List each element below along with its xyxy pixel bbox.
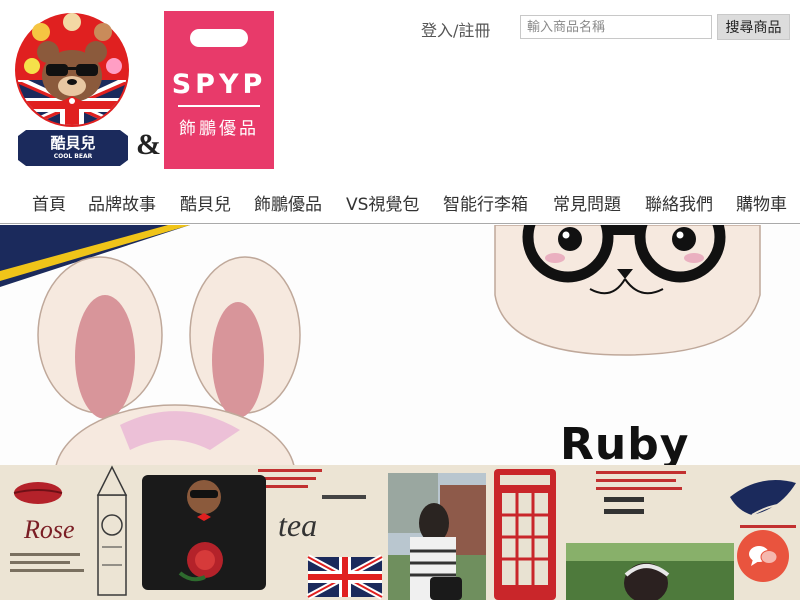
collage-word-rose: Rose [24, 515, 75, 544]
nav-item-coolbear[interactable]: 酷貝兒 [180, 190, 231, 215]
spyp-subtitle: 飾鵬優品 [179, 119, 259, 139]
coolbear-logo[interactable]: 酷貝兒 COOL BEAR [14, 10, 132, 170]
spyp-name: SPYP [171, 69, 267, 100]
coolbear-sub: COOL BEAR [53, 153, 93, 160]
nav-item-cart[interactable]: 購物車 [736, 190, 787, 215]
nav-item-contact[interactable]: 聯絡我們 [645, 190, 713, 215]
hero-banner[interactable]: Ruby [0, 225, 800, 465]
nav-item-faq[interactable]: 常見問題 [553, 190, 621, 215]
ruby-label: Ruby [560, 419, 690, 465]
collage-word-tea: tea [278, 507, 318, 543]
main-nav: 首頁 品牌故事 酷貝兒 飾鵬優品 VS視覺包 智能行李箱 常見問題 聯絡我們 購… [0, 186, 800, 224]
search-button[interactable]: 搜尋商品 [717, 14, 790, 40]
login-register-link[interactable]: 登入/註冊 [421, 17, 490, 41]
coolbear-label: 酷貝兒 [50, 134, 96, 152]
nav-item-vs-bag[interactable]: VS視覺包 [346, 190, 419, 215]
nav-item-smart-luggage[interactable]: 智能行李箱 [443, 190, 528, 215]
nav-item-brand-story[interactable]: 品牌故事 [88, 190, 156, 215]
chat-button[interactable] [737, 530, 789, 582]
collage-graphics [10, 465, 797, 600]
nav-item-home[interactable]: 首頁 [32, 190, 66, 215]
bag-handle-icon [190, 29, 248, 47]
product-collage[interactable]: Rose tea [0, 465, 800, 600]
spyp-logo[interactable]: SPYP 飾鵬優品 [164, 11, 274, 169]
search-input[interactable] [520, 15, 712, 39]
nav-item-spyp[interactable]: 飾鵬優品 [254, 190, 322, 215]
ampersand: & [136, 128, 161, 161]
spyp-divider [178, 105, 260, 107]
chat-bubble-icon [749, 546, 778, 566]
